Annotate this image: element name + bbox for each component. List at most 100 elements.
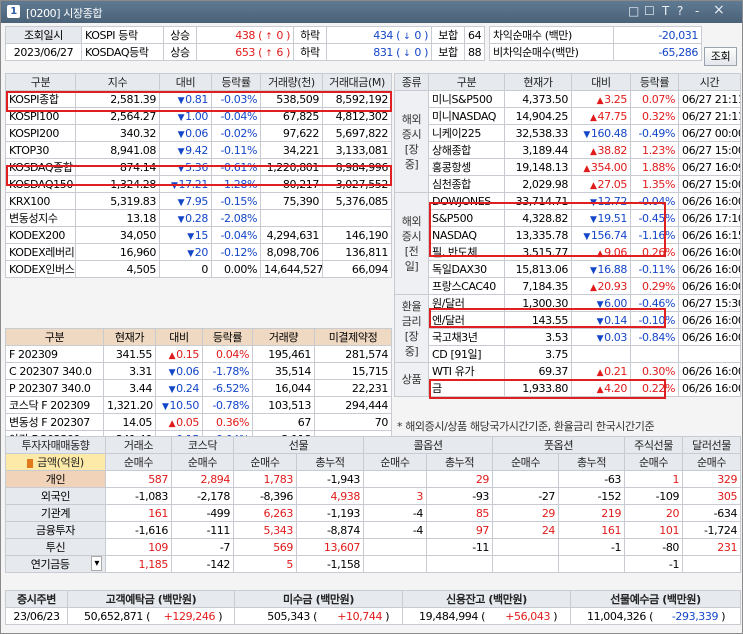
window-restore-icon[interactable]: ☐ [644, 4, 655, 18]
col-header[interactable]: 구분 [5, 328, 104, 346]
market-name: NASDAQ [428, 226, 505, 244]
triangle-up-icon: ▲ [583, 163, 590, 174]
investor-row[interactable]: 개인 587 2,894 1,783 -1,943 29 -63 1 329 [5, 470, 742, 488]
index-row[interactable]: KOSPI200 340.32 ▼0.06 -0.02% 97,622 5,697,822 [5, 124, 392, 142]
index-row[interactable]: KRX100 5,319.83 ▼7.95 -0.15% 75,390 5,376,085 [5, 192, 392, 210]
minimize-icon[interactable]: - [695, 4, 699, 18]
global-row[interactable]: 금 1,933.80 ▲4.20 0.22% 06/26 16:00 [395, 379, 741, 397]
global-row[interactable]: 니케이225 32,538.33 ▼160.48 -0.49% 06/27 00:00 [395, 124, 741, 142]
market-price: 4,328.82 [504, 209, 572, 227]
futures-row[interactable]: 변동성 F 202307 14.05 ▲0.05 0.36% 67 70 [5, 413, 392, 431]
global-row[interactable]: 심천종합 2,029.98 ▲27.05 1.35% 06/27 15:00 [395, 175, 741, 193]
col-header[interactable]: 거래대금(M) [322, 73, 392, 91]
index-rate: 0.00% [211, 260, 261, 278]
market-time: 06/26 16:00 [678, 328, 741, 346]
col-header[interactable]: 대비 [571, 73, 631, 91]
global-row[interactable]: 독일DAX30 15,813.06 ▼16.88 -0.11% 06/26 16:00 [395, 260, 741, 278]
index-row[interactable]: KOSDAQ종합 874.14 ▼5.36 -0.61% 1,220,801 8,984,… [5, 158, 392, 176]
market-rate: 0.26% [630, 243, 679, 261]
arrow-up-icon: ↑ [265, 48, 273, 59]
investor-row[interactable]: 연기금등 ▾ 1,185 -142 5 -1,158 -1 [5, 555, 742, 573]
market-diff: ▼0.14 [571, 311, 631, 329]
summary-row-name: KOSDAQ등락 [81, 43, 164, 61]
col-header[interactable]: 구분 [428, 73, 505, 91]
market-name: WTI 유가 [428, 362, 505, 380]
font-size-icon[interactable]: T [662, 4, 669, 18]
col-header[interactable]: 구분 [5, 73, 76, 91]
market-price: 14,904.25 [504, 107, 572, 125]
global-row[interactable]: NASDAQ 13,335.78 ▼156.74 -1.16% 06/26 16:15 [395, 226, 741, 244]
market-rate: 0.30% [630, 362, 679, 380]
global-row[interactable]: 상해종합 3,189.44 ▲38.82 1.23% 06/27 15:00 [395, 141, 741, 159]
window-link-icon[interactable]: □ [628, 4, 639, 18]
global-row[interactable]: 국고채3년 3.53 ▼0.03 -0.84% 06/26 16:00 [395, 328, 741, 346]
investor-value: -111 [171, 521, 234, 539]
global-row[interactable]: 필, 반도체 3,515.77 ▲9.06 0.26% 06/26 16:00 [395, 243, 741, 261]
col-header[interactable]: 시간 [678, 73, 741, 91]
index-row[interactable]: 변동성지수 13.18 ▼0.28 -2.08% [5, 209, 392, 227]
summary-row-name: KOSPI 등락 [81, 26, 164, 44]
close-icon[interactable]: × [713, 3, 725, 17]
futures-row[interactable]: F 202309 341.55 ▲0.15 0.04% 195,461 281,574 [5, 345, 392, 363]
col-header[interactable]: 대비 [155, 328, 203, 346]
help-icon[interactable]: ? [677, 4, 683, 18]
index-row[interactable]: KOSDAQ150 1,324.28 ▼17.21 -1.28% 80,217 3,027… [5, 175, 392, 193]
index-table: 구분 지수 대비 등락률 거래량(천) 거래대금(M) KOSPI종합 2,581… [5, 73, 392, 278]
index-row[interactable]: KOSPI100 2,564.27 ▼1.00 -0.04% 67,825 4,812,3… [5, 107, 392, 125]
global-row[interactable]: S&P500 4,328.82 ▼19.51 -0.45% 06/26 17:10 [395, 209, 741, 227]
investor-row[interactable]: 금융투자 -1,616 -111 5,343 -8,874 -4 97 24 161 101 -1,… [5, 521, 742, 539]
col-header[interactable]: 현재가 [504, 73, 572, 91]
index-row[interactable]: KOSPI종합 2,581.39 ▼0.81 -0.03% 538,509 8,592,1… [5, 90, 392, 108]
investor-row[interactable]: 투신 109 -7 569 13,607 -11 -1 -80 231 [5, 538, 742, 556]
futures-row[interactable]: C 202307 340.0 3.31 ▼0.06 -1.78% 35,514 15,71… [5, 362, 392, 380]
investor-row[interactable]: 외국인 -1,083 -2,178 -8,396 4,938 3 -93 -27 -152 -10… [5, 487, 742, 505]
index-row[interactable]: KODEX레버리지16,960▼20-0.12%8,098,706136,811 [5, 243, 392, 261]
global-row[interactable]: CD [91일] 3.75 [395, 345, 741, 363]
market-rate: 1.23% [630, 141, 679, 159]
col-header[interactable]: 미결제약정 [314, 328, 392, 346]
global-row[interactable]: 홍콩항셍 19,148.13 ▲354.00 1.88% 06/27 16:09 [395, 158, 741, 176]
col-header[interactable]: 거래량(천) [260, 73, 323, 91]
index-row[interactable]: KTOP30 8,941.08 ▼9.42 -0.11% 34,221 3,133,081 [5, 141, 392, 159]
global-row[interactable]: 미니NASDAQ 14,904.25 ▲47.75 0.32% 06/27 21:11 [395, 107, 741, 125]
query-date-value[interactable]: 2023/06/27 [5, 43, 82, 61]
dropdown-arrow-icon[interactable]: ▾ [91, 556, 102, 571]
market-diff: ▲20.93 [571, 277, 631, 295]
market-diff: ▼16.88 [571, 260, 631, 278]
investor-value: -93 [426, 487, 494, 505]
group-label: 상품 [394, 362, 429, 397]
global-row[interactable]: 상품 WTI 유가 69.37 ▲0.21 0.30% 06/26 16:00 [394, 362, 741, 397]
index-row[interactable]: KODEX인버스 4,505 0 0.00% 14,644,527 66,094 [5, 260, 392, 278]
contract-name: F 202309 [5, 345, 104, 363]
col-header[interactable]: 등락률 [211, 73, 261, 91]
triangle-down-icon: ▼ [177, 112, 185, 123]
col-header[interactable]: 종류 [394, 73, 429, 91]
global-row[interactable]: 엔/달러 143.55 ▼0.14 -0.10% 06/26 16:00 [395, 311, 741, 329]
global-row[interactable]: 해외 증시 [장중] 미니S&P500 4,373.50 ▲3.25 0.07% 06/2… [394, 90, 741, 193]
query-button[interactable]: 조회 [704, 47, 737, 66]
market-price: 2,029.98 [504, 175, 572, 193]
investor-title: 투자자매매동향 [5, 436, 106, 454]
index-name: KRX100 [5, 192, 76, 210]
global-row[interactable]: 해외 증시 [전일] DOWJONES 33,714.71 ▼12.72 -0.04% 0… [394, 192, 741, 295]
market-time: 06/26 16:00 [678, 362, 741, 380]
index-price: 874.14 [75, 158, 160, 176]
futures-row[interactable]: 코스닥 F 202309 1,321.20 ▼10.50 -0.78% 103,513 2… [5, 396, 392, 414]
index-rate: -0.02% [211, 124, 261, 142]
index-diff: ▼0.06 [159, 124, 212, 142]
global-row[interactable]: 환율 금리 [장중] 원/달러 1,300.30 ▼6.00 -0.46% 06/27 1… [394, 294, 741, 363]
col-header[interactable]: 등락률 [202, 328, 253, 346]
index-amount: 136,811 [322, 243, 392, 261]
global-row[interactable]: 프랑스CAC40 7,184.35 ▲20.93 0.29% 06/26 16:00 [395, 277, 741, 295]
investor-value: 4,938 [295, 487, 365, 505]
col-header[interactable]: 대비 [159, 73, 212, 91]
index-rate: -0.61% [211, 158, 261, 176]
investor-row[interactable]: 기관계 161 -499 6,263 -1,193 -4 85 29 219 20 -634 [5, 504, 742, 522]
futures-row[interactable]: P 202307 340.0 3.44 ▼0.24 -6.52% 16,044 22,23… [5, 379, 392, 397]
col-header[interactable]: 거래량 [252, 328, 315, 346]
market-rate: -1.16% [630, 226, 679, 244]
index-row[interactable]: KODEX200 34,050 ▼15 -0.04% 4,294,631 146,190 [5, 226, 392, 244]
col-header[interactable]: 등락률 [630, 73, 679, 91]
col-header[interactable]: 지수 [75, 73, 160, 91]
col-header[interactable]: 현재가 [103, 328, 156, 346]
